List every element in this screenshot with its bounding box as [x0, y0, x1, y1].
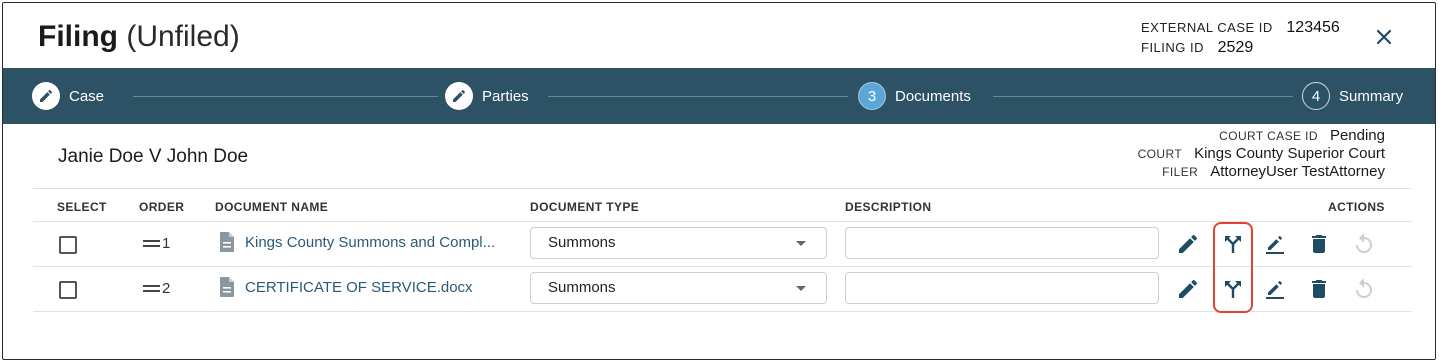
step-case[interactable]: Case	[32, 81, 104, 111]
document-cell: Kings County Summons and Compl...	[219, 231, 495, 253]
case-title: Janie Doe V John Doe	[58, 146, 249, 167]
description-input[interactable]	[845, 272, 1159, 304]
filer-label: FILER	[1162, 165, 1199, 179]
document-type-value: Summons	[548, 279, 616, 296]
close-icon[interactable]	[1370, 23, 1398, 51]
filing-id-label: FILING ID	[1141, 40, 1205, 55]
drag-handle-icon	[143, 237, 160, 250]
pencil-icon	[445, 82, 473, 110]
order-number: 1	[162, 235, 171, 252]
step-connector	[993, 96, 1293, 97]
header-select: SELECT	[57, 200, 107, 214]
header-description: DESCRIPTION	[845, 200, 932, 214]
select-checkbox[interactable]	[59, 281, 77, 299]
document-cell: CERTIFICATE OF SERVICE.docx	[219, 276, 473, 298]
step-documents[interactable]: 3 Documents	[858, 81, 971, 111]
order-handle[interactable]: 1	[143, 235, 170, 252]
progress-stepper: Case Parties 3 Documents 4 Summary	[3, 68, 1435, 124]
title-status: (Unfiled)	[126, 20, 240, 53]
pencil-icon[interactable]	[1176, 277, 1200, 301]
trash-icon[interactable]	[1307, 232, 1331, 256]
filer-value: AttorneyUser TestAttorney	[1210, 163, 1385, 180]
document-type-select[interactable]: Summons	[530, 272, 827, 304]
chevron-down-icon	[796, 241, 806, 246]
table-row: 1 Kings County Summons and Compl... Summ…	[33, 222, 1412, 267]
chevron-down-icon	[796, 286, 806, 291]
court-case-id-value: Pending	[1329, 127, 1385, 144]
title-main: Filing	[38, 20, 118, 53]
court-value: Kings County Superior Court	[1194, 145, 1385, 162]
document-type-value: Summons	[548, 234, 616, 251]
external-case-id-value: 123456	[1286, 19, 1340, 36]
document-icon	[220, 232, 234, 252]
page-title: Filing (Unfiled)	[38, 19, 240, 55]
undo-icon[interactable]	[1352, 277, 1376, 301]
header-document-name: DOCUMENT NAME	[215, 200, 329, 214]
court-label: COURT	[1137, 147, 1183, 161]
select-checkbox[interactable]	[59, 236, 77, 254]
description-input[interactable]	[845, 227, 1159, 259]
order-handle[interactable]: 2	[143, 280, 170, 297]
step-parties[interactable]: Parties	[445, 81, 529, 111]
document-link[interactable]: CERTIFICATE OF SERVICE.docx	[245, 279, 473, 296]
step-label: Parties	[482, 87, 529, 105]
undo-icon[interactable]	[1352, 232, 1376, 256]
step-label: Summary	[1339, 87, 1404, 105]
step-connector	[548, 96, 848, 97]
documents-table: SELECT ORDER DOCUMENT NAME DOCUMENT TYPE…	[33, 188, 1412, 313]
header-order: ORDER	[139, 200, 185, 214]
dialog-header: Filing (Unfiled) EXTERNAL CASE ID 123456…	[3, 3, 1435, 67]
filing-id-value: 2529	[1217, 39, 1254, 56]
signature-icon[interactable]	[1263, 232, 1287, 256]
case-details: COURT CASE ID Pending COURT Kings County S…	[1138, 127, 1385, 181]
court-case-id-label: COURT CASE ID	[1219, 129, 1318, 143]
trash-icon[interactable]	[1307, 277, 1331, 301]
step-connector	[133, 96, 438, 97]
step-label: Documents	[895, 87, 971, 105]
filing-ids: EXTERNAL CASE ID 123456 FILING ID 2529	[1141, 19, 1340, 59]
table-header: SELECT ORDER DOCUMENT NAME DOCUMENT TYPE…	[33, 188, 1412, 222]
header-actions: ACTIONS	[1328, 200, 1385, 214]
signature-icon[interactable]	[1263, 277, 1287, 301]
table-row: 2 CERTIFICATE OF SERVICE.docx Summons	[33, 267, 1412, 312]
document-type-select[interactable]: Summons	[530, 227, 827, 259]
external-case-id-label: EXTERNAL CASE ID	[1141, 20, 1273, 35]
drag-handle-icon	[143, 282, 160, 295]
document-link[interactable]: Kings County Summons and Compl...	[245, 234, 495, 251]
split-action-highlight	[1213, 222, 1253, 313]
step-label: Case	[69, 87, 105, 105]
header-document-type: DOCUMENT TYPE	[530, 200, 640, 214]
document-icon	[220, 277, 234, 297]
order-number: 2	[162, 280, 171, 297]
step-number: 4	[1302, 82, 1330, 110]
step-number: 3	[858, 82, 886, 110]
filing-dialog: Filing (Unfiled) EXTERNAL CASE ID 123456…	[2, 2, 1436, 360]
step-summary[interactable]: 4 Summary	[1302, 81, 1403, 111]
pencil-icon[interactable]	[1176, 232, 1200, 256]
pencil-icon	[32, 82, 60, 110]
